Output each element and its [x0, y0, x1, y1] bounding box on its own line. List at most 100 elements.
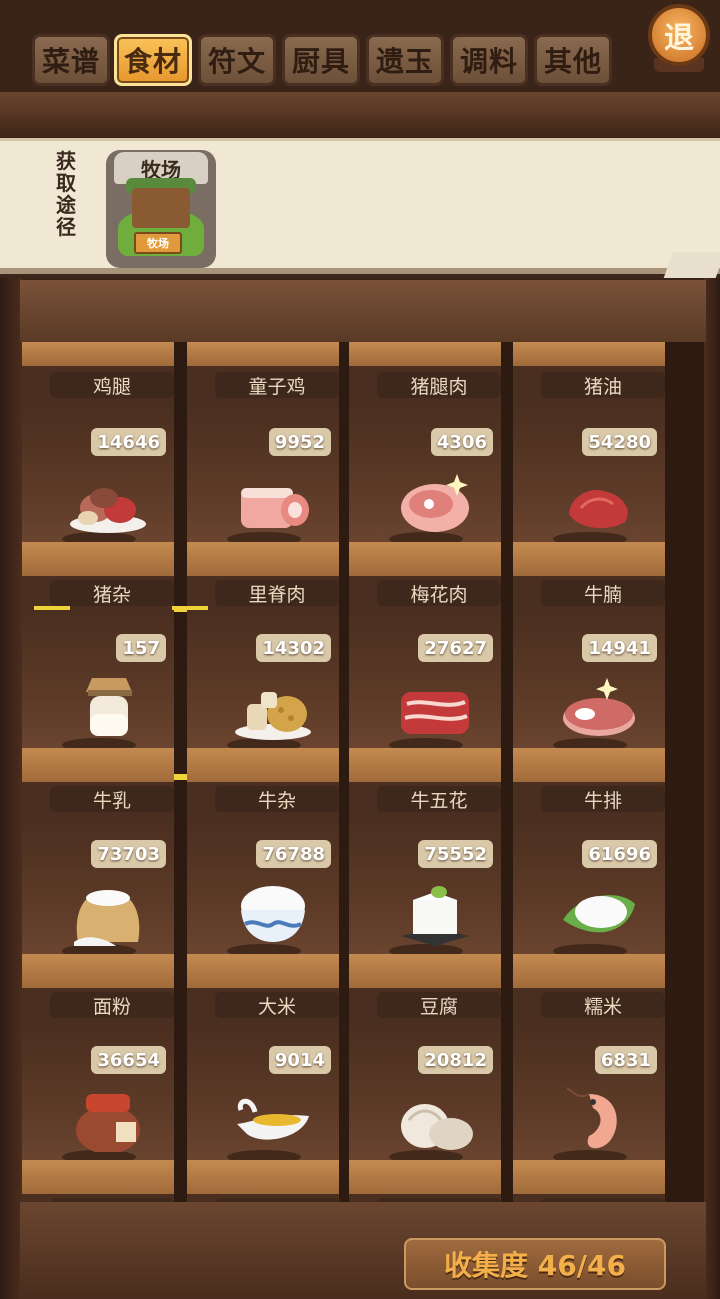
- beef-offal-icon: [235, 692, 311, 740]
- ingredient-count: 73703: [91, 840, 166, 868]
- clam-icon: [401, 1104, 473, 1150]
- tab-5[interactable]: 调料: [450, 34, 528, 86]
- shelf-board: [187, 748, 339, 782]
- shelf-board: [22, 542, 174, 576]
- steak-icon: [563, 678, 635, 736]
- shelf-board: [349, 954, 501, 988]
- ingredient-cell[interactable]: 9952 里脊肉: [187, 404, 339, 610]
- shelf-board: [513, 342, 665, 366]
- ingredient-cell[interactable]: 14302 牛杂: [187, 610, 339, 816]
- wine-jar-icon: [76, 1094, 140, 1152]
- shrimp-icon: [566, 1087, 617, 1149]
- ingredient-count: 14646: [91, 428, 166, 456]
- ingredient-name: 糯米: [541, 992, 665, 1018]
- flour-sack-icon: [74, 890, 140, 946]
- shelf-side-left: [0, 278, 22, 1299]
- shelf-board: [22, 954, 174, 988]
- shelf-board: [513, 954, 665, 988]
- ingredient-cell[interactable]: 14941 牛排: [513, 610, 665, 816]
- pork-shoulder-icon: [401, 474, 469, 532]
- shelf-header-board: [20, 280, 706, 342]
- ingredient-cell[interactable]: 54280 牛腩: [513, 404, 665, 610]
- collection-progress: 收集度 46/46: [404, 1238, 666, 1290]
- ingredient-count: 27627: [418, 634, 493, 662]
- shelf-board: [513, 1160, 665, 1194]
- shelf-board: [349, 1160, 501, 1194]
- glutinous-rice-icon: [563, 895, 635, 933]
- ingredient-count: 9952: [268, 428, 331, 456]
- ingredient-name: 童子鸡: [215, 372, 339, 398]
- ingredient-name: 猪腿肉: [377, 372, 501, 398]
- shelf-board: [187, 542, 339, 576]
- exit-button[interactable]: 退: [648, 4, 710, 66]
- offal-plate-icon: [70, 488, 146, 533]
- source-ranch-card[interactable]: 牧场 牧场: [106, 150, 216, 268]
- milk-jar-icon: [86, 678, 132, 736]
- shelf-board: [187, 342, 339, 366]
- shelf-board: [22, 748, 174, 782]
- shelf-side-right: [704, 278, 720, 1299]
- shelf-board: [513, 748, 665, 782]
- tab-2[interactable]: 符文: [198, 34, 276, 86]
- ingredient-cell[interactable]: 6831虾: [513, 1022, 665, 1220]
- ingredient-cell-partial[interactable]: 童子鸡: [187, 342, 339, 404]
- ingredient-cell[interactable]: 20812贝壳: [349, 1022, 501, 1220]
- shelf-board: [187, 1160, 339, 1194]
- ingredient-count: 4306: [430, 428, 493, 456]
- shelf-board: [187, 954, 339, 988]
- ingredient-count: 14941: [582, 634, 657, 662]
- ingredient-cell[interactable]: 14646 猪杂: [22, 404, 174, 610]
- ingredient-cell[interactable]: 9014咖喱: [187, 1022, 339, 1220]
- ingredient-grid[interactable]: 鸡腿 童子鸡 猪腿肉 猪油 14646 猪杂 9952 里脊肉 4306 梅花肉 54280 牛腩 15…: [22, 342, 704, 1220]
- ranch-house-icon: [132, 188, 190, 228]
- ingredient-name: 豆腐: [377, 992, 501, 1018]
- ingredient-cell[interactable]: 73703 面粉: [22, 816, 174, 1022]
- tab-3[interactable]: 厨具: [282, 34, 360, 86]
- scroll-flag-decoration: [662, 252, 720, 280]
- ingredient-count: 6831: [594, 1046, 657, 1074]
- ingredient-name: 梅花肉: [377, 580, 501, 606]
- ingredient-count: 9014: [268, 1046, 331, 1074]
- ingredient-cell[interactable]: 61696 糯米: [513, 816, 665, 1022]
- ingredient-name: 大米: [215, 992, 339, 1018]
- shelf-board: [349, 342, 501, 366]
- loin-meat-icon: [241, 488, 309, 528]
- ingredient-count: 54280: [582, 428, 657, 456]
- ingredient-name: 面粉: [50, 992, 174, 1018]
- shelf-board: [349, 542, 501, 576]
- tab-1[interactable]: 食材: [114, 34, 192, 86]
- ingredient-cell[interactable]: 75552 豆腐: [349, 816, 501, 1022]
- tab-6[interactable]: 其他: [534, 34, 612, 86]
- ranch-sign: 牧场: [134, 232, 182, 254]
- ingredient-name: 鸡腿: [50, 372, 174, 398]
- ingredient-cell[interactable]: 157 牛乳: [22, 610, 174, 816]
- ingredient-cell[interactable]: 76788 大米: [187, 816, 339, 1022]
- tofu-icon: [401, 886, 469, 946]
- tab-4[interactable]: 遗玉: [366, 34, 444, 86]
- ingredient-name: 猪油: [541, 372, 665, 398]
- ingredient-count: 14302: [256, 634, 331, 662]
- ingredient-cell[interactable]: 4306 梅花肉: [349, 404, 501, 610]
- beef-brisket-icon: [569, 490, 628, 529]
- ingredient-count: 157: [116, 634, 166, 662]
- ingredient-cell-partial[interactable]: 猪油: [513, 342, 665, 404]
- shelf-top-trim: [0, 92, 720, 140]
- shelf-board: [22, 1160, 174, 1194]
- ingredient-cell-partial[interactable]: 鸡腿: [22, 342, 174, 404]
- ingredient-cell[interactable]: 27627 牛五花: [349, 610, 501, 816]
- ingredient-cell-partial[interactable]: 猪腿肉: [349, 342, 501, 404]
- ingredient-count: 61696: [582, 840, 657, 868]
- ingredient-count: 20812: [418, 1046, 493, 1074]
- ingredient-count: 36654: [91, 1046, 166, 1074]
- ingredient-name: 牛杂: [215, 786, 339, 812]
- ingredient-count: 75552: [418, 840, 493, 868]
- tab-0[interactable]: 菜谱: [32, 34, 110, 86]
- shelf-board: [349, 748, 501, 782]
- ingredient-name: 牛腩: [541, 580, 665, 606]
- curry-gravy-boat-icon: [237, 1098, 309, 1140]
- ingredient-name: 牛排: [541, 786, 665, 812]
- ingredient-cell[interactable]: 36654酒: [22, 1022, 174, 1220]
- source-label: 获取途径: [56, 149, 76, 239]
- ingredient-name: 里脊肉: [215, 580, 339, 606]
- shelf-board: [513, 542, 665, 576]
